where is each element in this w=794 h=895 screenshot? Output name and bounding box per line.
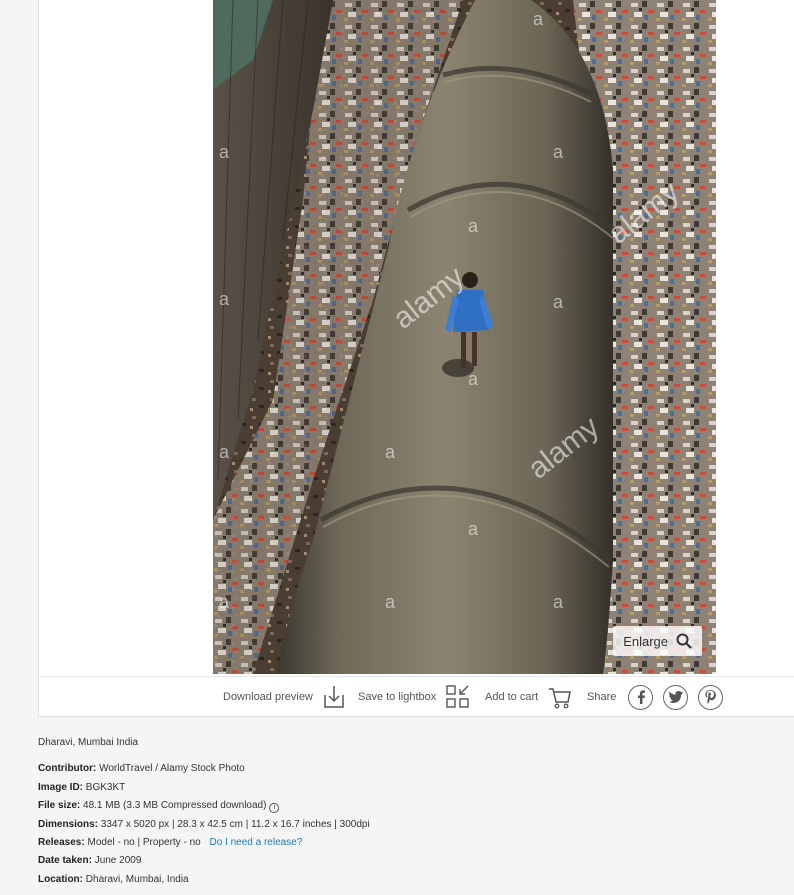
facebook-icon[interactable] xyxy=(628,684,654,710)
stock-photo[interactable]: alamy alamy alamy a a a a a a a a a a a … xyxy=(213,0,716,674)
location-row: Location: Dharavi, Mumbai, India xyxy=(38,871,370,889)
location-value: Dharavi, Mumbai, India xyxy=(85,873,189,885)
date-taken-value: June 2009 xyxy=(94,855,142,867)
date-taken-label: Date taken: xyxy=(38,855,92,867)
svg-text:a: a xyxy=(219,592,230,612)
save-to-lightbox-label: Save to lightbox xyxy=(358,691,437,703)
svg-text:a: a xyxy=(553,292,564,312)
image-card: alamy alamy alamy a a a a a a a a a a a … xyxy=(38,0,794,717)
image-id-label: Image ID: xyxy=(38,781,84,793)
image-id-value: BGK3KT xyxy=(85,781,126,793)
pinterest-icon[interactable] xyxy=(698,684,724,710)
release-help-link[interactable]: Do I need a release? xyxy=(209,837,302,848)
contributor-row: Contributor: WorldTravel / Alamy Stock P… xyxy=(38,760,370,778)
svg-text:a: a xyxy=(468,519,479,539)
svg-text:a: a xyxy=(553,142,564,162)
file-size-value: 48.1 MB (3.3 MB Compressed download) xyxy=(83,800,267,812)
image-details: Dharavi, Mumbai India Contributor: World… xyxy=(38,734,370,889)
add-to-cart-label: Add to cart xyxy=(485,691,539,703)
download-preview-button[interactable]: Download preview xyxy=(223,677,345,717)
cart-icon xyxy=(548,685,572,709)
file-size-label: File size: xyxy=(38,800,81,812)
enlarge-button[interactable]: Enlarge xyxy=(613,626,702,656)
svg-text:a: a xyxy=(385,592,396,612)
svg-text:a: a xyxy=(385,442,396,462)
image-toolbar: Download preview Save to lightbox Add to… xyxy=(39,677,794,717)
dimensions-value: 3347 x 5020 px | 28.3 x 42.5 cm | 11.2 x… xyxy=(100,818,370,830)
releases-value: Model - no | Property - no xyxy=(87,837,201,849)
svg-text:a: a xyxy=(553,592,564,612)
enlarge-label: Enlarge xyxy=(623,633,668,649)
magnifier-icon xyxy=(676,633,692,649)
dimensions-label: Dimensions: xyxy=(38,818,99,830)
svg-text:a: a xyxy=(468,369,479,389)
download-icon xyxy=(323,685,345,709)
twitter-icon[interactable] xyxy=(663,684,689,710)
date-taken-row: Date taken: June 2009 xyxy=(38,852,370,870)
image-caption: Dharavi, Mumbai India xyxy=(38,737,139,748)
releases-label: Releases: xyxy=(38,837,85,849)
save-to-lightbox-button[interactable]: Save to lightbox xyxy=(358,677,470,717)
releases-row: Releases: Model - no | Property - no Do … xyxy=(38,834,370,852)
download-preview-label: Download preview xyxy=(223,691,313,703)
contributor-label: Contributor: xyxy=(38,763,97,775)
photo-illustration: alamy alamy alamy a a a a a a a a a a a … xyxy=(213,0,716,674)
share-label: Share xyxy=(587,691,617,703)
location-label: Location: xyxy=(38,873,83,885)
add-to-cart-button[interactable]: Add to cart xyxy=(485,677,572,717)
contributor-value: WorldTravel / Alamy Stock Photo xyxy=(99,763,245,775)
svg-text:a: a xyxy=(219,289,230,309)
lightbox-icon xyxy=(446,685,470,709)
dimensions-row: Dimensions: 3347 x 5020 px | 28.3 x 42.5… xyxy=(38,816,370,834)
file-size-row: File size: 48.1 MB (3.3 MB Compressed do… xyxy=(38,797,370,815)
svg-text:a: a xyxy=(533,9,544,29)
svg-text:a: a xyxy=(468,216,479,236)
svg-text:a: a xyxy=(219,442,230,462)
svg-text:a: a xyxy=(219,142,230,162)
share-group: Share xyxy=(587,677,724,717)
info-icon[interactable]: i xyxy=(269,803,280,814)
image-id-row: Image ID: BGK3KT xyxy=(38,779,370,797)
